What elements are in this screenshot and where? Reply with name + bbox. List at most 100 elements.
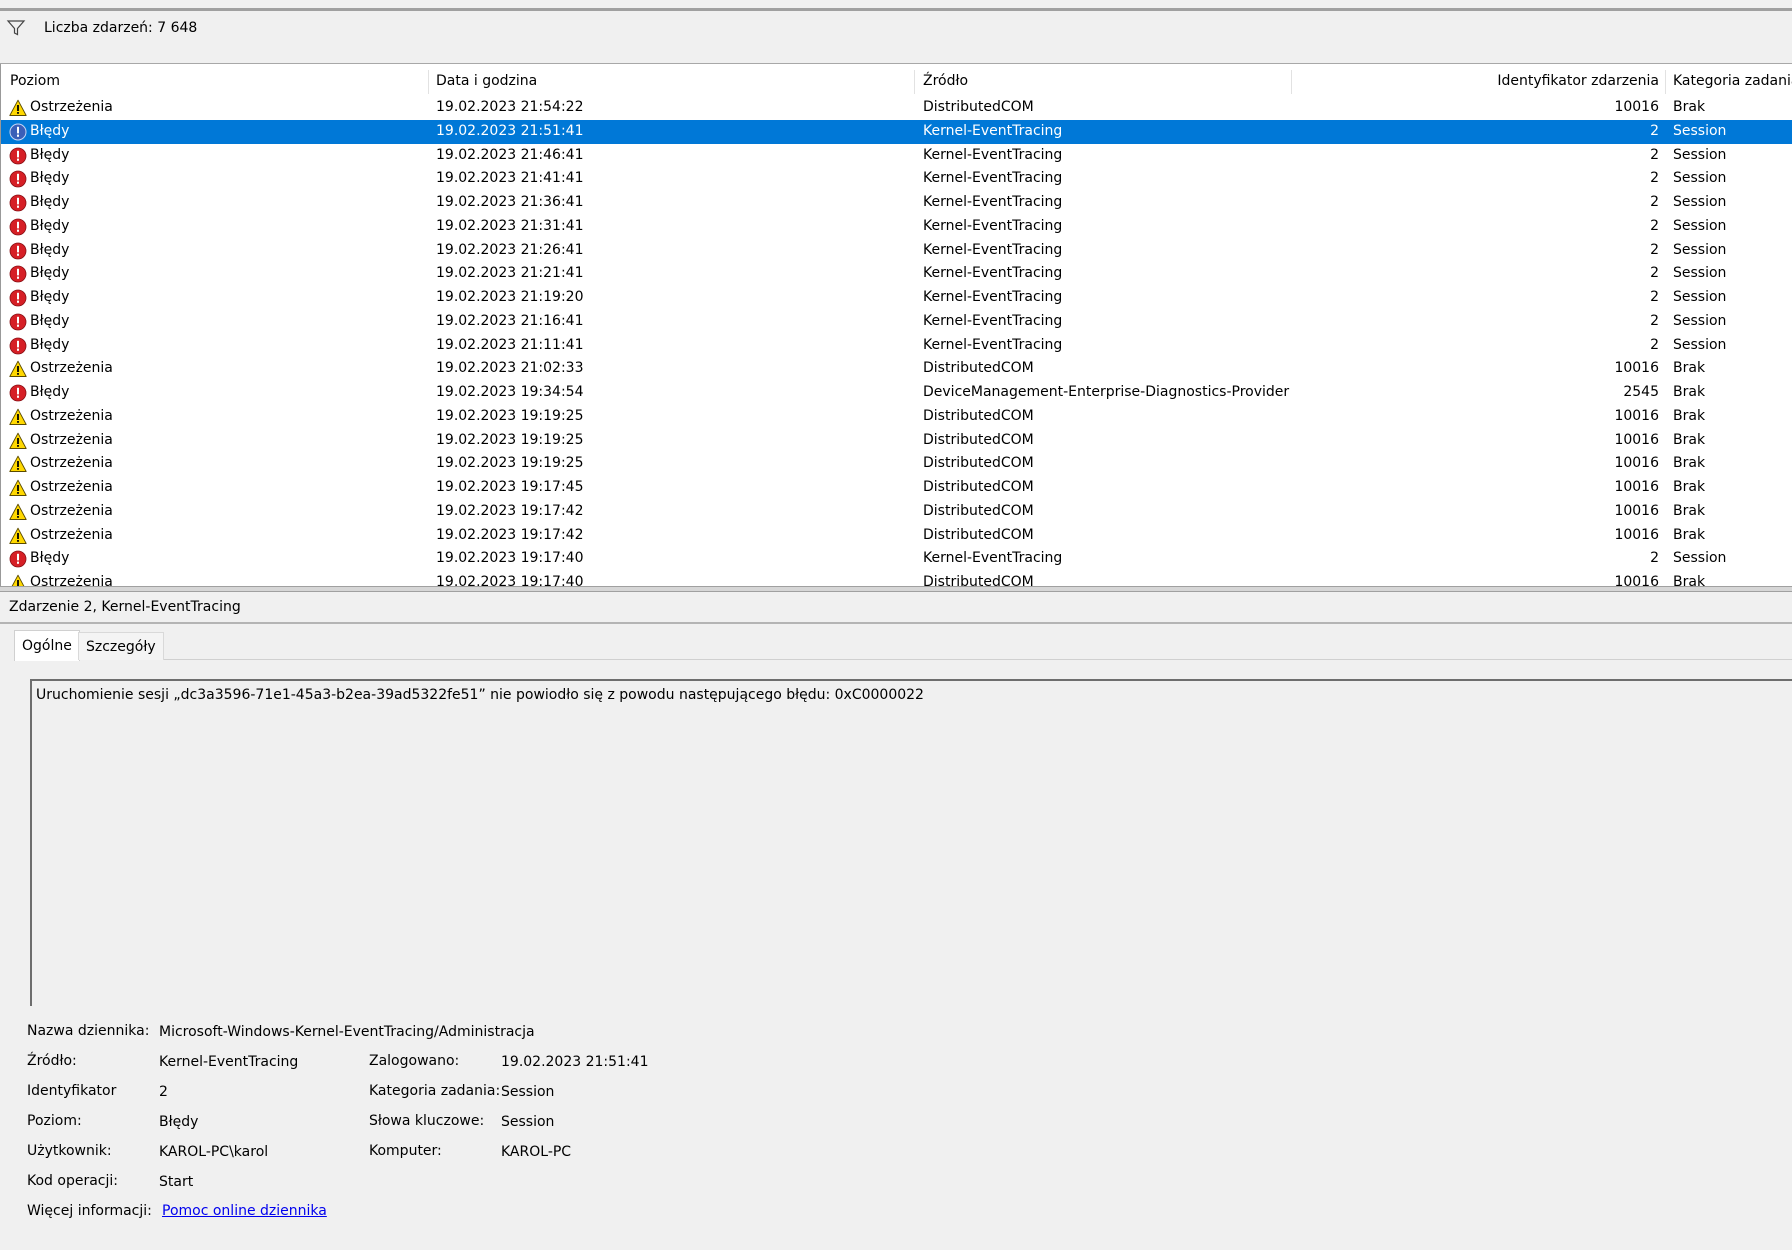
tab-general[interactable]: Ogólne xyxy=(14,630,80,661)
table-row[interactable]: Ostrzeżenia 19.02.2023 21:54:22 Distribute… xyxy=(1,96,1792,120)
column-separator[interactable] xyxy=(914,70,915,94)
column-header-date[interactable]: Data i godzina xyxy=(436,64,537,96)
cell-event-id: 10016 xyxy=(1614,407,1659,424)
cell-source: DistributedCOM xyxy=(923,502,1034,519)
column-separator[interactable] xyxy=(1665,70,1666,94)
column-separator[interactable] xyxy=(428,70,429,94)
cell-level: Błędy xyxy=(30,550,70,567)
cell-task-category: Session xyxy=(1673,241,1727,258)
table-row[interactable]: Ostrzeżenia 19.02.2023 21:02:33 Distribute… xyxy=(1,357,1792,381)
label-event-id: Identyfikator xyxy=(27,1083,117,1099)
table-row[interactable]: Ostrzeżenia 19.02.2023 19:19:25 Distribute… xyxy=(1,452,1792,476)
cell-level: Błędy xyxy=(30,122,70,139)
filter-bar: Liczba zdarzeń: 7 648 xyxy=(0,11,1792,64)
cell-level: Ostrzeżenia xyxy=(30,479,113,495)
cell-date: 19.02.2023 19:19:25 xyxy=(436,455,584,472)
table-row[interactable]: Ostrzeżenia 19.02.2023 19:17:45 Distribute… xyxy=(1,476,1792,500)
warning-icon xyxy=(9,360,27,378)
cell-level: Błędy xyxy=(30,217,70,234)
cell-level: Ostrzeżenia xyxy=(30,431,113,448)
label-task-category: Kategoria zadania: xyxy=(369,1083,501,1099)
cell-date: 19.02.2023 19:17:42 xyxy=(436,526,584,543)
error-icon xyxy=(9,337,27,355)
cell-date: 19.02.2023 21:46:41 xyxy=(436,146,584,163)
cell-date: 19.02.2023 21:54:22 xyxy=(436,99,584,115)
label-computer: Komputer: xyxy=(369,1143,442,1159)
cell-event-id: 10016 xyxy=(1614,455,1659,472)
event-message-box[interactable]: Uruchomienie sesji „dc3a3596-71e1-45a3-b… xyxy=(30,679,1792,1006)
cell-task-category: Session xyxy=(1673,312,1727,329)
table-row[interactable]: Błędy 19.02.2023 21:11:41 Kernel-EventTrac… xyxy=(1,334,1792,358)
cell-task-category: Session xyxy=(1673,289,1727,305)
table-row[interactable]: Błędy 19.02.2023 21:16:41 Kernel-EventTrac… xyxy=(1,310,1792,334)
table-header: Poziom Data i godzina Źródło Identyfikat… xyxy=(1,64,1792,96)
warning-icon xyxy=(9,574,27,586)
warning-icon xyxy=(9,503,27,521)
table-row[interactable]: Ostrzeżenia 19.02.2023 19:17:42 Distribute… xyxy=(1,500,1792,524)
table-row[interactable]: Błędy 19.02.2023 21:26:41 Kernel-EventTrac… xyxy=(1,239,1792,263)
online-help-link[interactable]: Pomoc online dziennika xyxy=(162,1203,327,1219)
label-keywords: Słowa kluczowe: xyxy=(369,1113,485,1129)
cell-task-category: Session xyxy=(1673,336,1727,353)
table-row[interactable]: Ostrzeżenia 19.02.2023 19:19:25 Distribute… xyxy=(1,405,1792,429)
column-header-level[interactable]: Poziom xyxy=(10,64,60,96)
filter-icon[interactable] xyxy=(6,18,26,38)
cell-level: Błędy xyxy=(30,336,70,353)
cell-event-id: 2 xyxy=(1650,146,1659,163)
cell-task-category: Brak xyxy=(1673,360,1706,377)
cell-event-id: 2 xyxy=(1650,241,1659,258)
warning-icon xyxy=(9,432,27,450)
cell-task-category: Brak xyxy=(1673,384,1706,400)
cell-level: Błędy xyxy=(30,384,70,400)
table-row[interactable]: Ostrzeżenia 19.02.2023 19:17:42 Distribute… xyxy=(1,524,1792,548)
cell-source: Kernel-EventTracing xyxy=(923,122,1063,139)
value-logged: 19.02.2023 21:51:41 xyxy=(501,1054,649,1070)
cell-task-category: Session xyxy=(1673,146,1727,163)
table-row[interactable]: Ostrzeżenia 19.02.2023 19:19:25 Distribute… xyxy=(1,429,1792,453)
table-row[interactable]: Błędy 19.02.2023 19:17:40 Kernel-EventTrac… xyxy=(1,547,1792,571)
cell-source: Kernel-EventTracing xyxy=(923,217,1063,234)
cell-source: Kernel-EventTracing xyxy=(923,265,1063,282)
cell-source: DistributedCOM xyxy=(923,431,1034,448)
column-header-task-category[interactable]: Kategoria zadania xyxy=(1673,64,1792,96)
events-table[interactable]: Poziom Data i godzina Źródło Identyfikat… xyxy=(0,64,1792,586)
value-keywords: Session xyxy=(501,1114,555,1130)
cell-date: 19.02.2023 21:19:20 xyxy=(436,289,584,305)
column-header-event-id[interactable]: Identyfikator zdarzenia xyxy=(1301,64,1659,96)
cell-task-category: Brak xyxy=(1673,574,1706,586)
error-icon xyxy=(9,313,27,331)
table-row[interactable]: Błędy 19.02.2023 21:21:41 Kernel-EventTrac… xyxy=(1,262,1792,286)
cell-event-id: 2 xyxy=(1650,217,1659,234)
cell-level: Błędy xyxy=(30,265,70,282)
detail-title-bar: Zdarzenie 2, Kernel-EventTracing xyxy=(0,592,1792,624)
table-row[interactable]: Błędy 19.02.2023 21:46:41 Kernel-EventTrac… xyxy=(1,144,1792,168)
error-icon xyxy=(9,170,27,188)
table-row[interactable]: Błędy 19.02.2023 21:41:41 Kernel-EventTrac… xyxy=(1,167,1792,191)
table-row[interactable]: Błędy 19.02.2023 21:31:41 Kernel-EventTrac… xyxy=(1,215,1792,239)
cell-date: 19.02.2023 21:36:41 xyxy=(436,194,584,210)
label-logged: Zalogowano: xyxy=(369,1053,460,1069)
error-icon xyxy=(9,550,27,568)
column-header-source[interactable]: Źródło xyxy=(923,64,968,96)
label-user: Użytkownik: xyxy=(27,1143,112,1159)
cell-source: DistributedCOM xyxy=(923,526,1034,543)
cell-task-category: Brak xyxy=(1673,431,1706,448)
cell-level: Ostrzeżenia xyxy=(30,99,113,115)
table-row[interactable]: Ostrzeżenia 19.02.2023 19:17:40 Distribute… xyxy=(1,571,1792,586)
table-row[interactable]: Błędy 19.02.2023 21:36:41 Kernel-EventTrac… xyxy=(1,191,1792,215)
cell-date: 19.02.2023 21:16:41 xyxy=(436,312,584,329)
cell-event-id: 2 xyxy=(1650,170,1659,187)
table-row[interactable]: Błędy 19.02.2023 21:51:41 Kernel-EventTrac… xyxy=(1,119,1792,144)
cell-date: 19.02.2023 21:26:41 xyxy=(436,241,584,258)
table-row[interactable]: Błędy 19.02.2023 19:34:54 DeviceManagement… xyxy=(1,381,1792,405)
cell-source: Kernel-EventTracing xyxy=(923,289,1063,305)
value-level: Błędy xyxy=(159,1114,199,1130)
table-row[interactable]: Błędy 19.02.2023 21:19:20 Kernel-EventTrac… xyxy=(1,286,1792,310)
cell-level: Błędy xyxy=(30,241,70,258)
cell-date: 19.02.2023 21:41:41 xyxy=(436,170,584,187)
cell-event-id: 10016 xyxy=(1614,99,1659,115)
cell-task-category: Session xyxy=(1673,122,1727,139)
cell-event-id: 2 xyxy=(1650,122,1659,139)
tab-details[interactable]: Szczegóły xyxy=(78,632,164,660)
column-separator[interactable] xyxy=(1291,70,1292,94)
